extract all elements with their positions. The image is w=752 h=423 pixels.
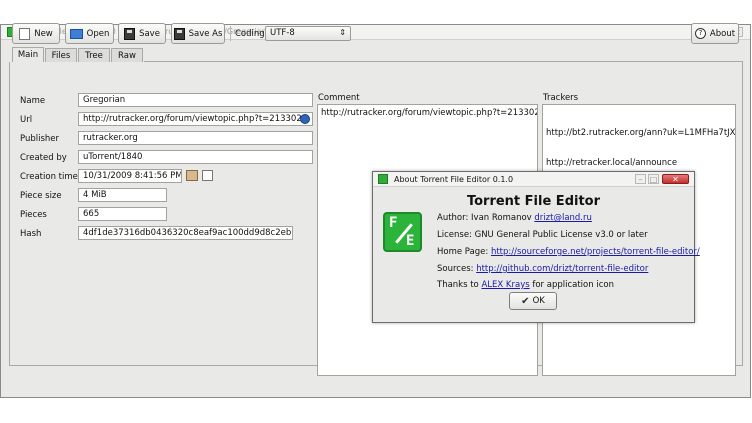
tracker-line: http://bt2.rutracker.org/ann?uk=L1MFHa7t…	[546, 128, 736, 138]
updown-arrows-icon: ⇕	[339, 28, 346, 37]
new-button[interactable]: New	[12, 23, 60, 44]
close-button[interactable]: ✕	[662, 174, 689, 184]
open-button-label: Open	[86, 28, 110, 39]
hash-field[interactable]: 4df1de37316db0436320c8eaf9ac100dd9d8c2eb	[78, 226, 293, 240]
about-button-label: About	[709, 28, 736, 39]
about-heading: Torrent File Editor	[466, 194, 601, 209]
toolbar-separator	[230, 26, 231, 41]
name-field[interactable]: Gregorian	[78, 93, 313, 107]
maximize-button[interactable]: □	[648, 174, 659, 184]
tab-main[interactable]: Main	[12, 47, 44, 62]
app-icon	[378, 174, 388, 184]
new-button-label: New	[34, 28, 53, 39]
save-button-label: Save	[139, 28, 160, 39]
publisher-field[interactable]: rutracker.org	[78, 131, 313, 145]
sources-link[interactable]: http://github.com/drizt/torrent-file-edi…	[476, 264, 648, 274]
save-as-button[interactable]: Save As	[171, 23, 225, 44]
sources-line: Sources: http://github.com/drizt/torrent…	[437, 264, 648, 274]
name-label: Name	[20, 96, 46, 106]
minimize-button[interactable]: –	[635, 174, 646, 184]
floppy-disk-icon	[124, 27, 136, 40]
floppy-disk-icon	[173, 27, 185, 40]
coding-select[interactable]: UTF-8 ⇕	[265, 26, 351, 41]
coding-label: Coding	[235, 29, 265, 39]
about-button[interactable]: ? About	[691, 23, 739, 44]
tracker-line: http://retracker.local/announce	[546, 158, 678, 168]
app-logo: F E	[383, 212, 422, 252]
folder-icon	[69, 28, 83, 39]
globe-icon[interactable]	[300, 114, 310, 124]
thanks-line: Thanks to ALEX Krays for application ico…	[437, 280, 614, 290]
sources-text: Sources:	[437, 264, 474, 274]
url-field[interactable]: http://rutracker.org/forum/viewtopic.php…	[78, 112, 313, 126]
checkmark-icon: ✔	[521, 295, 530, 307]
piece-size-field[interactable]: 4 MiB	[78, 188, 167, 202]
ok-button-label: OK	[532, 296, 545, 306]
ok-button[interactable]: ✔ OK	[509, 292, 557, 310]
thanks-link[interactable]: ALEX Krays	[481, 280, 529, 290]
save-button[interactable]: Save	[118, 23, 166, 44]
author-text: Author: Ivan Romanov	[437, 213, 532, 223]
open-button[interactable]: Open	[65, 23, 114, 44]
publisher-label: Publisher	[20, 134, 60, 144]
coding-select-value: UTF-8	[270, 28, 295, 38]
url-label: Url	[20, 115, 33, 125]
home-page-line: Home Page: http://sourceforge.net/projec…	[437, 247, 700, 257]
author-email-link[interactable]: drizt@land.ru	[534, 213, 591, 223]
created-by-field[interactable]: uTorrent/1840	[78, 150, 313, 164]
creation-time-field[interactable]: 10/31/2009 8:41:56 PM	[78, 169, 182, 183]
about-dialog-title-bar: About Torrent File Editor 0.1.0 – □ ✕	[373, 172, 694, 187]
piece-size-label: Piece size	[20, 191, 62, 201]
trackers-label: Trackers	[543, 93, 579, 103]
home-page-link[interactable]: http://sourceforge.net/projects/torrent-…	[491, 247, 700, 257]
logo-letter-f: F	[389, 215, 398, 231]
calendar-icon[interactable]	[202, 170, 213, 181]
hash-label: Hash	[20, 229, 42, 239]
thanks-suffix: for application icon	[532, 280, 614, 290]
tab-files[interactable]: Files	[45, 48, 77, 62]
license-line: License: GNU General Public License v3.0…	[437, 230, 648, 240]
pieces-field[interactable]: 665	[78, 207, 167, 221]
created-by-label: Created by	[20, 153, 67, 163]
tab-raw[interactable]: Raw	[111, 48, 143, 62]
about-dialog: About Torrent File Editor 0.1.0 – □ ✕ F …	[372, 171, 700, 323]
save-as-button-label: Save As	[188, 28, 223, 39]
about-dialog-title: About Torrent File Editor 0.1.0	[394, 175, 514, 184]
thanks-text: Thanks to	[437, 280, 479, 290]
new-file-icon	[19, 27, 31, 40]
creation-time-label: Creation time	[20, 172, 78, 182]
pieces-label: Pieces	[20, 210, 47, 220]
comment-label: Comment	[318, 93, 360, 103]
question-icon: ?	[694, 28, 706, 39]
logo-letter-e: E	[406, 233, 415, 249]
home-page-text: Home Page:	[437, 247, 489, 257]
author-line: Author: Ivan Romanov drizt@land.ru	[437, 213, 592, 223]
tab-tree[interactable]: Tree	[78, 48, 110, 62]
clear-date-icon[interactable]	[186, 170, 198, 181]
